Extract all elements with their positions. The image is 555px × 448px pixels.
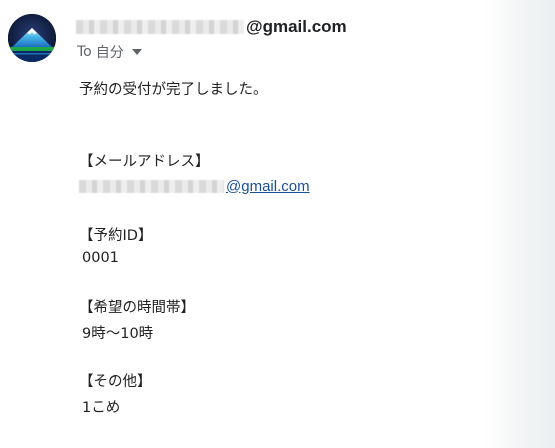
email-link[interactable]: @gmail.com (226, 178, 310, 195)
other-heading: 【その他】 (79, 374, 152, 390)
mountain-avatar-icon (8, 14, 56, 62)
chevron-down-icon[interactable] (131, 49, 142, 55)
email-heading: 【メールアドレス】 (79, 154, 210, 170)
reservation-id-value: 0001 (82, 250, 119, 266)
redacted-email-user (79, 179, 224, 193)
reservation-id-heading: 【予約ID】 (79, 228, 153, 244)
time-slot-value: 9時～10時 (82, 326, 154, 342)
to-label: To (77, 44, 92, 60)
sender-domain: @gmail.com (246, 17, 347, 36)
sender-address[interactable]: @gmail.com (76, 16, 347, 38)
other-value: 1こめ (82, 400, 121, 416)
email-address-line[interactable]: @gmail.com (79, 176, 310, 196)
scroll-edge-shadow (485, 0, 555, 448)
time-slot-heading: 【希望の時間帯】 (79, 300, 195, 316)
recipient-details-toggle[interactable]: To 自分 (77, 42, 142, 62)
redacted-sender-name (76, 20, 244, 34)
sender-avatar[interactable] (8, 14, 56, 62)
recipient-name: 自分 (95, 45, 124, 61)
message-intro: 予約の受付が完了しました。 (79, 82, 268, 98)
